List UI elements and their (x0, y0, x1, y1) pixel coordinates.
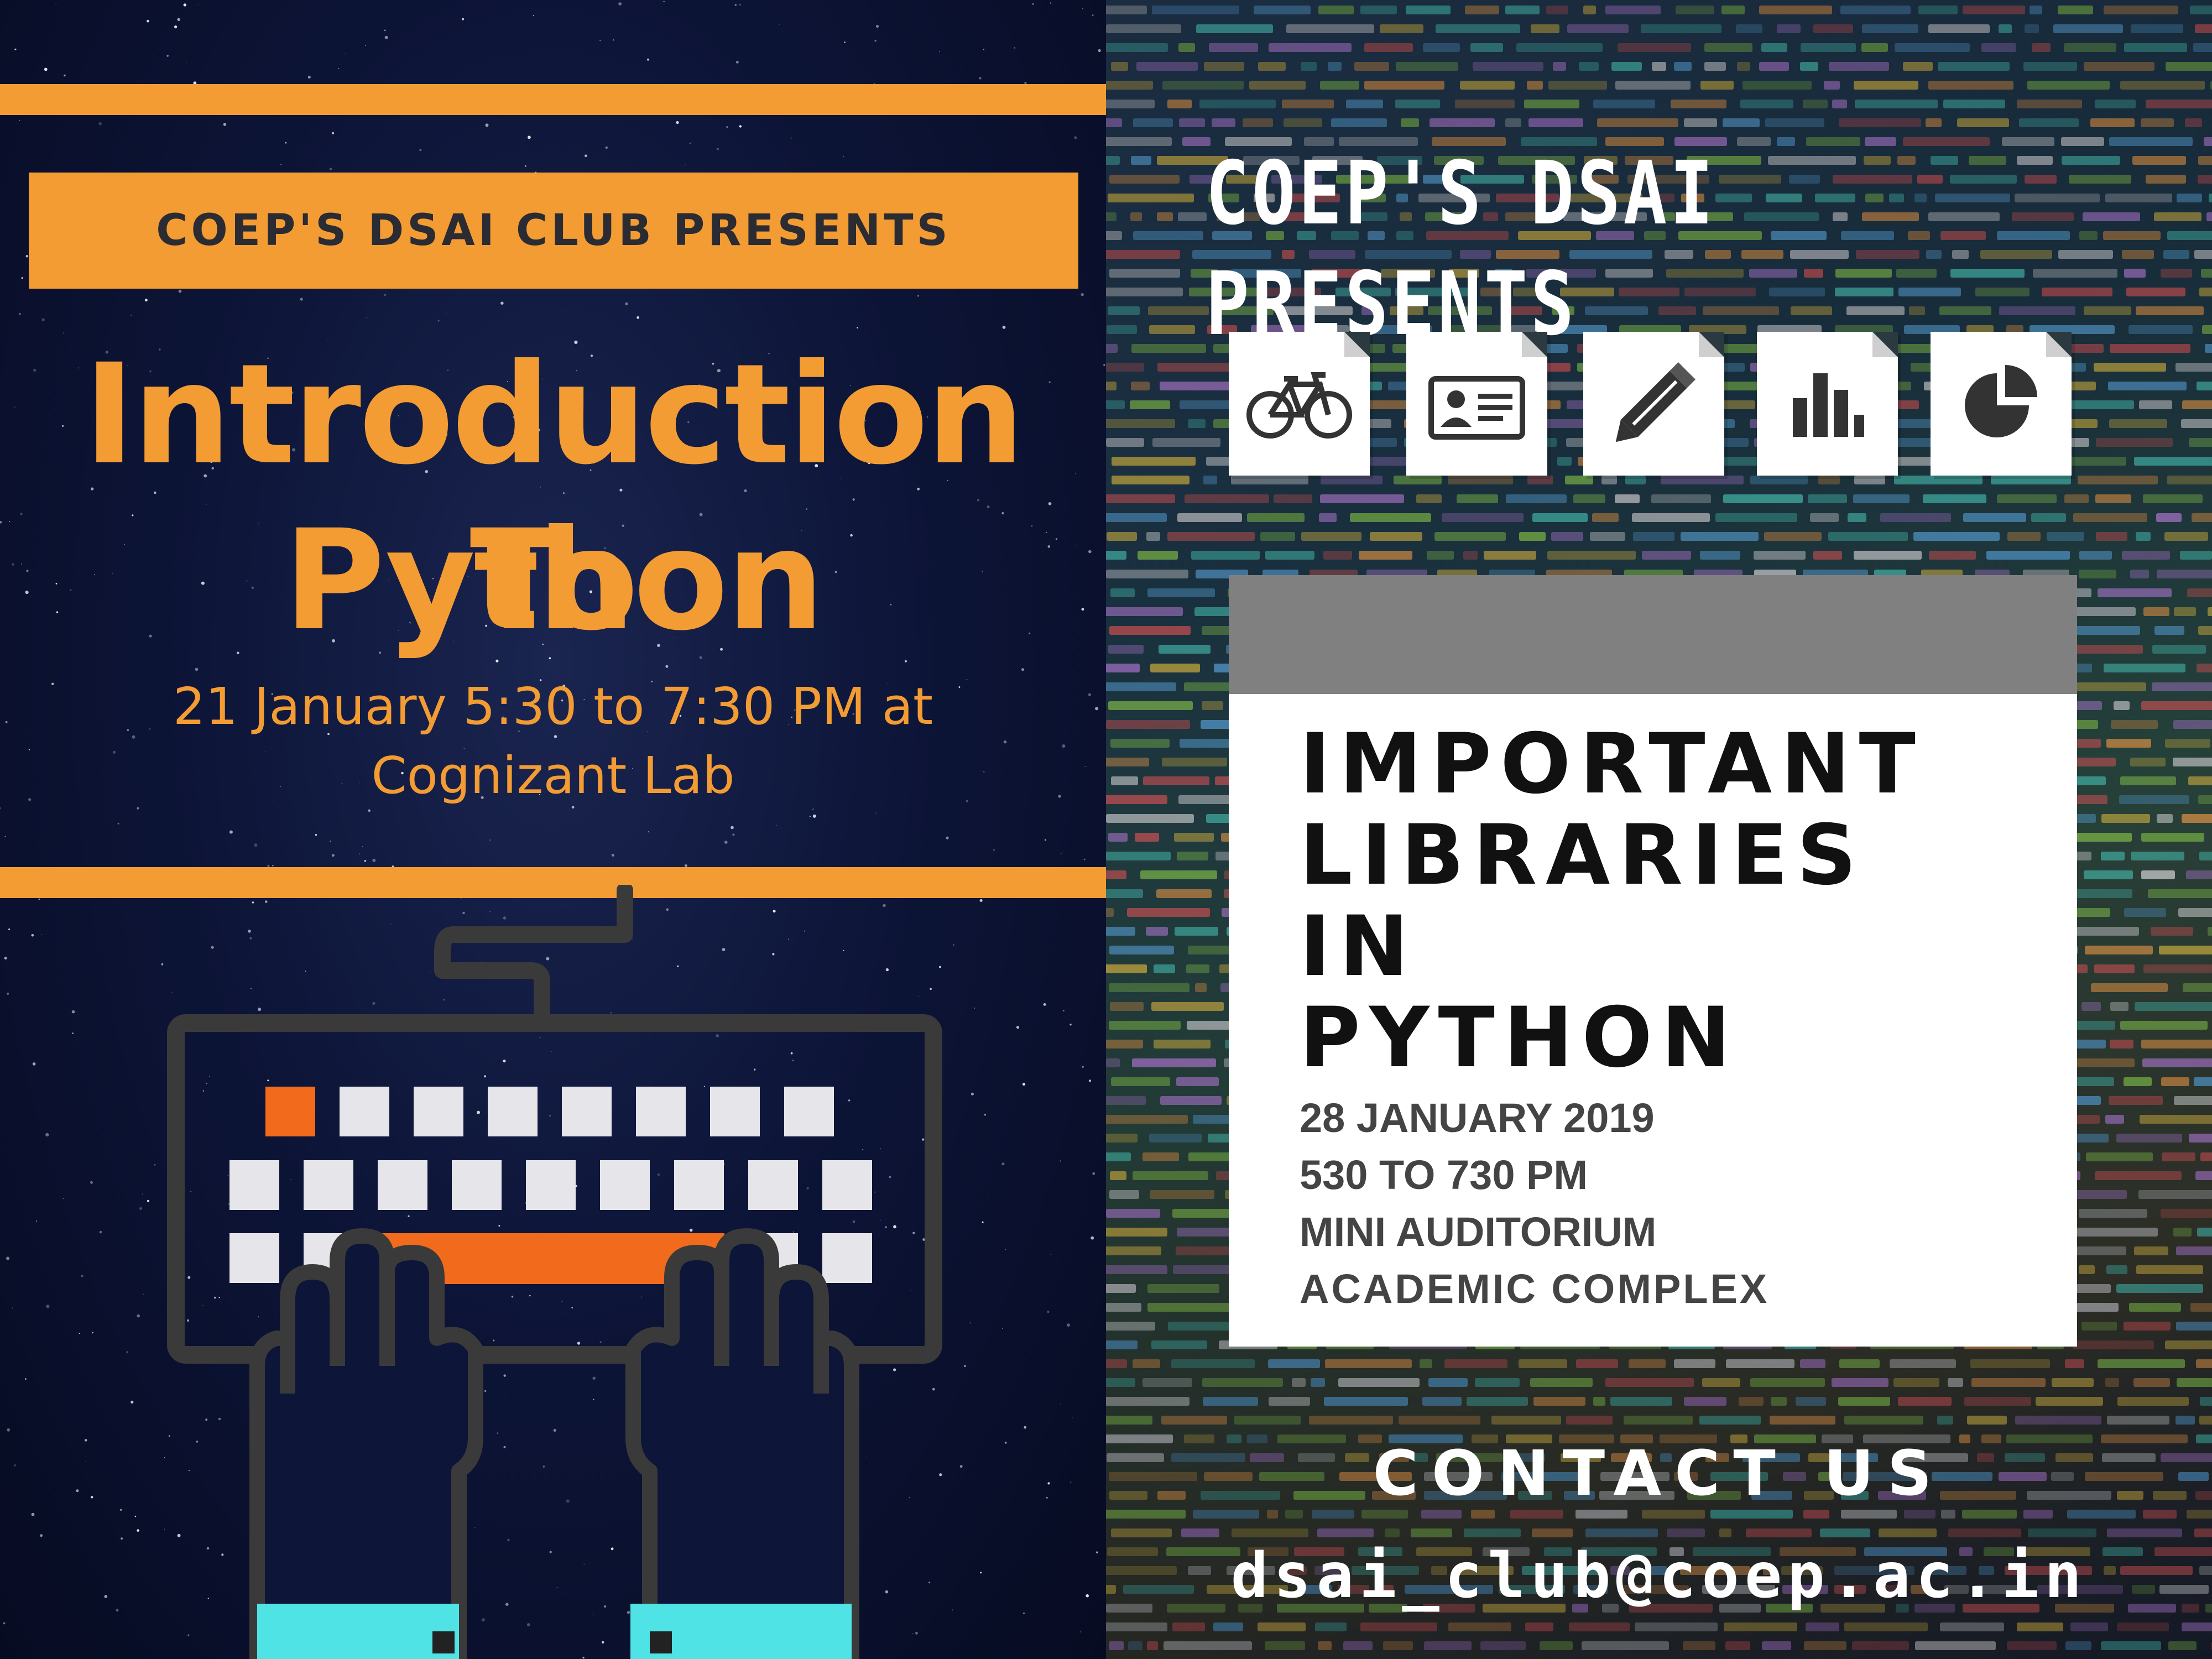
event-date: 28 JANUARY 2019 (1300, 1095, 1655, 1141)
card-title-line2: LIBRARIES (1300, 807, 1866, 904)
left-hand (249, 1228, 483, 1659)
info-card-header (1229, 575, 2077, 694)
bar-chart-icon (1793, 373, 1864, 437)
id-card-tile (1406, 332, 1547, 476)
bar-chart-tile (1757, 332, 1898, 476)
bicycle-tile (1229, 332, 1370, 476)
pie-chart-tile (1931, 332, 2072, 476)
card-title-line4: PYTHON (1300, 990, 1740, 1086)
keyboard-cable (434, 885, 633, 1031)
pencil-icon (1615, 362, 1695, 442)
right-hand (625, 1228, 859, 1659)
event-venue-building: ACADEMIC COMPLEX (1300, 1266, 1770, 1312)
bicycle-icon (1246, 372, 1352, 439)
pie-chart-icon (1965, 365, 2037, 437)
contact-heading: CONTACT US (1373, 1438, 1945, 1510)
event-venue-hall: MINI AUDITORIUM (1300, 1209, 1657, 1255)
contact-email[interactable]: dsai_club@coep.ac.in (1106, 1535, 2212, 1618)
event-time: 530 TO 730 PM (1300, 1152, 1588, 1198)
event-title-line2: Python (283, 500, 825, 661)
shirt-cuffs (257, 1604, 852, 1659)
event-venue: Cognizant Lab (371, 746, 735, 805)
card-title-line3: IN (1300, 899, 1418, 995)
dsai-presents-heading: COEP'S DSAI PRESENTS (1206, 143, 1717, 355)
card-title-line1: IMPORTANT (1300, 716, 1924, 812)
event-datetime: 21 January 5:30 to 7:30 PM at (173, 677, 933, 736)
top-accent-bar (0, 84, 1106, 115)
keyboard-typing-illustration (167, 885, 942, 1659)
id-card-icon (1428, 376, 1525, 440)
presents-text: COEP'S DSAI CLUB PRESENTS (156, 206, 951, 255)
intro-python-poster: COEP'S DSAI CLUB PRESENTS Introduction T… (0, 0, 1106, 1659)
pencil-tile (1583, 332, 1724, 476)
